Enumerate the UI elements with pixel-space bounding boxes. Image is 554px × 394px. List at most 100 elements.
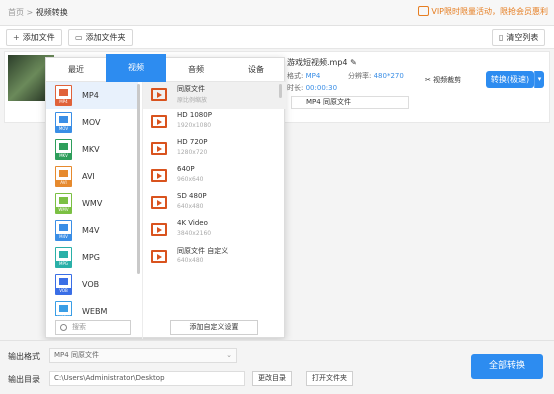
- tab-device[interactable]: 设备: [226, 58, 286, 82]
- preset-scrollbar[interactable]: [279, 84, 282, 98]
- format-band-label: M4V: [56, 234, 71, 240]
- preset-option[interactable]: 同原文件 原比例缩放: [143, 82, 286, 109]
- edit-pencil-icon[interactable]: ✎: [350, 58, 357, 67]
- format-band-label: MP4: [56, 99, 71, 105]
- preset-option[interactable]: SD 480P 640x480: [143, 190, 286, 217]
- format-category-label: AVI: [82, 172, 95, 181]
- format-picker-popup: 最近 视频 音频 设备 MP4 MP4 MOV MOV MKV MKV AVI AVI WMV W…: [45, 54, 286, 339]
- preset-option[interactable]: 同原文件 自定义 640x480: [143, 244, 286, 271]
- format-search-placeholder: 搜索: [72, 323, 86, 331]
- plus-icon: +: [13, 33, 20, 42]
- format-category-label: VOB: [82, 280, 100, 289]
- format-category-mp4[interactable]: MP4 MP4: [46, 82, 138, 109]
- format-category-avi[interactable]: AVI AVI: [46, 163, 138, 190]
- format-search-input[interactable]: 搜索: [55, 320, 131, 335]
- breadcrumb-home[interactable]: 首页: [8, 8, 24, 17]
- gift-icon: [418, 6, 430, 16]
- scissors-icon: ✂: [425, 76, 431, 84]
- search-icon: [60, 324, 67, 331]
- convert-all-button[interactable]: 全部转换: [471, 354, 543, 379]
- convert-dropdown-arrow[interactable]: ▾: [534, 71, 544, 88]
- preset-title: HD 720P: [177, 138, 208, 146]
- preset-option[interactable]: 640P 960x640: [143, 163, 286, 190]
- tab-recent[interactable]: 最近: [46, 58, 106, 82]
- preset-option[interactable]: HD 720P 1280x720: [143, 136, 286, 163]
- tab-video[interactable]: 视频: [106, 54, 166, 82]
- output-dir-label: 输出目录: [8, 375, 40, 384]
- tab-audio[interactable]: 音频: [166, 58, 226, 82]
- add-custom-setting-button[interactable]: 添加自定义设置: [170, 320, 258, 335]
- breadcrumb-current: 视频转换: [35, 8, 68, 17]
- clear-list-button[interactable]: ▯ 清空列表: [492, 29, 546, 46]
- clear-list-label: 清空列表: [506, 33, 539, 42]
- video-file-icon: [151, 115, 167, 128]
- breadcrumb-separator: >: [26, 8, 34, 17]
- format-band-label: MOV: [56, 126, 71, 132]
- output-format-select[interactable]: MP4 同原文件: [291, 96, 409, 109]
- format-category-label: MOV: [82, 118, 101, 127]
- format-category-label: WEBM: [82, 307, 108, 316]
- file-format-icon: VOB: [55, 274, 72, 295]
- video-file-icon: [151, 223, 167, 236]
- format-meta: 格式: MP4: [287, 71, 320, 81]
- open-folder-button[interactable]: 打开文件夹: [306, 371, 353, 386]
- format-category-mkv[interactable]: MKV MKV: [46, 136, 138, 163]
- duration-meta-label: 时长:: [287, 84, 304, 92]
- add-folder-button[interactable]: ▭ 添加文件夹: [68, 29, 133, 46]
- preset-title: SD 480P: [177, 192, 207, 200]
- video-glyph-icon: [59, 224, 68, 231]
- preset-option[interactable]: HD 1080P 1920x1080: [143, 109, 286, 136]
- format-category-m4v[interactable]: M4V M4V: [46, 217, 138, 244]
- preset-title: 4K Video: [177, 219, 208, 227]
- format-category-label: MP4: [82, 91, 99, 100]
- output-format-select-value: MP4 同原文件: [306, 98, 351, 106]
- preset-resolution: 640x480: [177, 203, 204, 210]
- video-file-icon: [151, 142, 167, 155]
- video-file-icon: [151, 88, 167, 101]
- video-file-icon: [151, 196, 167, 209]
- add-file-button[interactable]: + 添加文件: [6, 29, 62, 46]
- clip-video-label: 视频裁剪: [433, 76, 462, 84]
- format-band-label: VOB: [56, 288, 71, 294]
- video-glyph-icon: [59, 278, 68, 285]
- output-format-dropdown[interactable]: MP4 同原文件 ⌄: [49, 348, 237, 363]
- file-format-icon: MKV: [55, 139, 72, 160]
- convert-button[interactable]: 转换(极速): [486, 71, 534, 88]
- preset-resolution: 640x480: [177, 257, 204, 264]
- preset-resolution: 960x640: [177, 176, 204, 183]
- output-dir-field[interactable]: C:\Users\Administrator\Desktop: [49, 371, 245, 386]
- clip-video-button[interactable]: ✂ 视频裁剪: [425, 75, 461, 85]
- preset-title: 同原文件: [177, 85, 205, 93]
- toolbar: + 添加文件 ▭ 添加文件夹 ▯ 清空列表: [0, 26, 554, 49]
- category-scrollbar[interactable]: [137, 84, 140, 274]
- preset-title: 640P: [177, 165, 195, 173]
- resolution-meta: 分辨率: 480*270: [348, 71, 404, 81]
- video-glyph-icon: [59, 89, 68, 96]
- format-category-vob[interactable]: VOB VOB: [46, 271, 138, 298]
- format-category-mpg[interactable]: MPG MPG: [46, 244, 138, 271]
- duration-meta: 时长: 00:00:30: [287, 83, 337, 93]
- video-glyph-icon: [59, 116, 68, 123]
- video-glyph-icon: [59, 170, 68, 177]
- file-format-icon: MOV: [55, 112, 72, 133]
- format-category-label: M4V: [82, 226, 100, 235]
- preset-resolution: 1280x720: [177, 149, 208, 156]
- format-band-label: AVI: [56, 180, 71, 186]
- format-category-wmv[interactable]: WMV WMV: [46, 190, 138, 217]
- format-category-webm[interactable]: WEBM WEBM: [46, 298, 138, 316]
- file-name-text: 游戏短视频.mp4: [287, 58, 348, 67]
- format-category-mov[interactable]: MOV MOV: [46, 109, 138, 136]
- format-category-list: MP4 MP4 MOV MOV MKV MKV AVI AVI WMV WMV M4V M4V MPG M…: [46, 82, 138, 316]
- output-format-dropdown-value: MP4 同原文件: [54, 351, 99, 359]
- format-category-label: WMV: [82, 199, 103, 208]
- preset-resolution: 3840x2160: [177, 230, 212, 237]
- file-name: 游戏短视频.mp4 ✎: [287, 57, 357, 68]
- format-band-label: MPG: [56, 261, 71, 267]
- preset-option[interactable]: 4K Video 3840x2160: [143, 217, 286, 244]
- file-format-icon: AVI: [55, 166, 72, 187]
- video-glyph-icon: [59, 305, 68, 312]
- format-meta-label: 格式:: [287, 72, 304, 80]
- resolution-meta-label: 分辨率:: [348, 72, 372, 80]
- change-dir-button[interactable]: 更改目录: [252, 371, 292, 386]
- vip-promo-link[interactable]: VIP限时限量活动，限抢会员惠利: [418, 6, 548, 17]
